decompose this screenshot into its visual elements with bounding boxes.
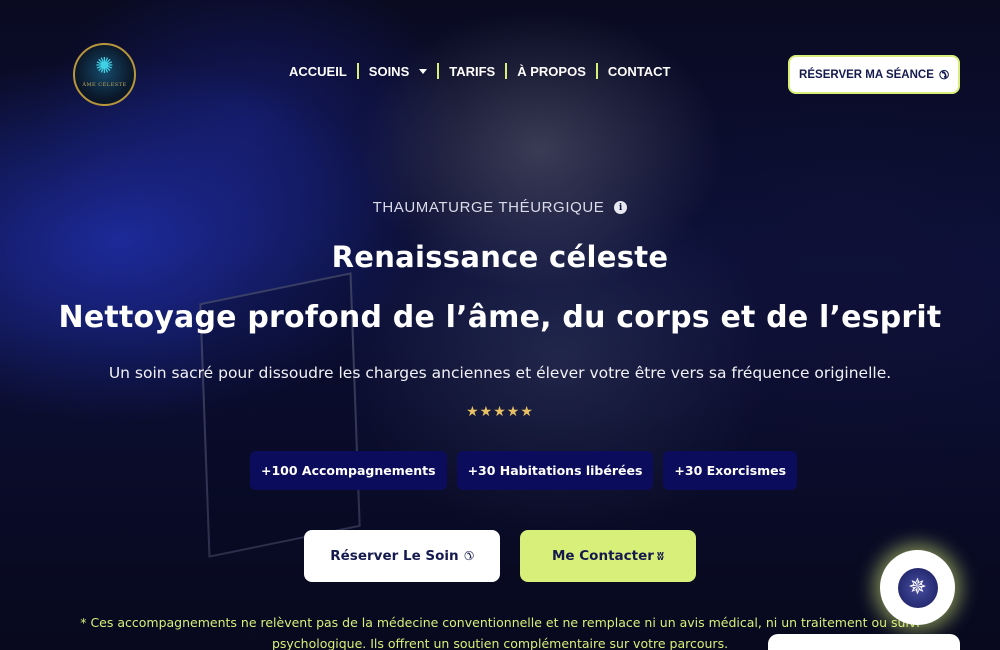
- star-icon: ★: [466, 404, 480, 420]
- reserve-care-label: Réserver Le Soin: [330, 548, 459, 564]
- star-icon: ★: [520, 404, 534, 420]
- star-icon: ★: [506, 404, 521, 420]
- nav-label: CONTACT: [607, 63, 671, 79]
- nav-label: ACCUEIL: [289, 63, 347, 79]
- stat-badge: +30 Habitations libérées: [456, 451, 654, 490]
- nav-divider: [356, 63, 359, 79]
- main-nav: ACCUEIL SOINS TARIFS À PROPOS CONTACT: [283, 63, 676, 79]
- star-rating: ★★★★★: [0, 404, 1000, 420]
- compass-star-icon: ✵: [897, 567, 938, 608]
- star-icon: ★: [493, 404, 507, 420]
- nav-divider: [437, 63, 440, 79]
- nav-item-contact[interactable]: CONTACT: [602, 64, 677, 79]
- nav-item-soins[interactable]: SOINS: [363, 64, 433, 79]
- stat-badge: +100 Accompagnements: [250, 451, 447, 490]
- eye-emblem-icon: ✺: [95, 53, 114, 79]
- floating-card[interactable]: [768, 634, 960, 650]
- eyebrow-text: THAUMATURGE THÉURGIQUE: [372, 199, 605, 216]
- praying-hands-icon: ʬ: [656, 549, 664, 563]
- nav-label: TARIFS: [449, 63, 496, 79]
- nav-divider: [595, 63, 598, 79]
- eyebrow-row: THAUMATURGE THÉURGIQUE i: [0, 199, 1000, 216]
- chat-widget-button[interactable]: ✵: [880, 550, 955, 625]
- hero-subtitle: Un soin sacré pour dissoudre les charges…: [108, 364, 892, 382]
- site-header: ✺ ÂME CÉLESTE ACCUEIL SOINS TARIFS À PRO…: [0, 0, 1000, 150]
- nav-item-a-propos[interactable]: À PROPOS: [511, 64, 592, 79]
- contact-button[interactable]: Me Contacter ʬ: [520, 530, 696, 582]
- chevron-down-icon: [419, 68, 428, 74]
- reserve-session-button[interactable]: RÉSERVER MA SÉANCE ✆: [788, 55, 960, 94]
- info-icon[interactable]: i: [614, 201, 628, 214]
- nav-divider: [505, 63, 508, 79]
- reserve-session-label: RÉSERVER MA SÉANCE: [799, 68, 934, 81]
- site-logo[interactable]: ✺ ÂME CÉLESTE: [73, 43, 136, 106]
- contact-label: Me Contacter: [551, 548, 654, 564]
- nav-label: À PROPOS: [517, 63, 586, 79]
- hero-heading: Nettoyage profond de l’âme, du corps et …: [58, 300, 942, 335]
- nav-item-accueil[interactable]: ACCUEIL: [283, 64, 353, 79]
- phone-icon: ✆: [938, 67, 949, 82]
- star-icon: ★: [479, 404, 494, 420]
- reserve-care-button[interactable]: Réserver Le Soin ✆: [304, 530, 500, 582]
- nav-label: SOINS: [368, 63, 410, 79]
- stats-badges: +100 Accompagnements +30 Habitations lib…: [250, 451, 798, 490]
- cta-row: Réserver Le Soin ✆ Me Contacter ʬ: [304, 530, 696, 582]
- logo-text: ÂME CÉLESTE: [82, 81, 127, 88]
- stat-badge: +30 Exorcismes: [663, 451, 798, 490]
- nav-item-tarifs[interactable]: TARIFS: [443, 64, 501, 79]
- phone-icon: ✆: [463, 549, 474, 563]
- hero-title: Renaissance céleste: [331, 240, 669, 274]
